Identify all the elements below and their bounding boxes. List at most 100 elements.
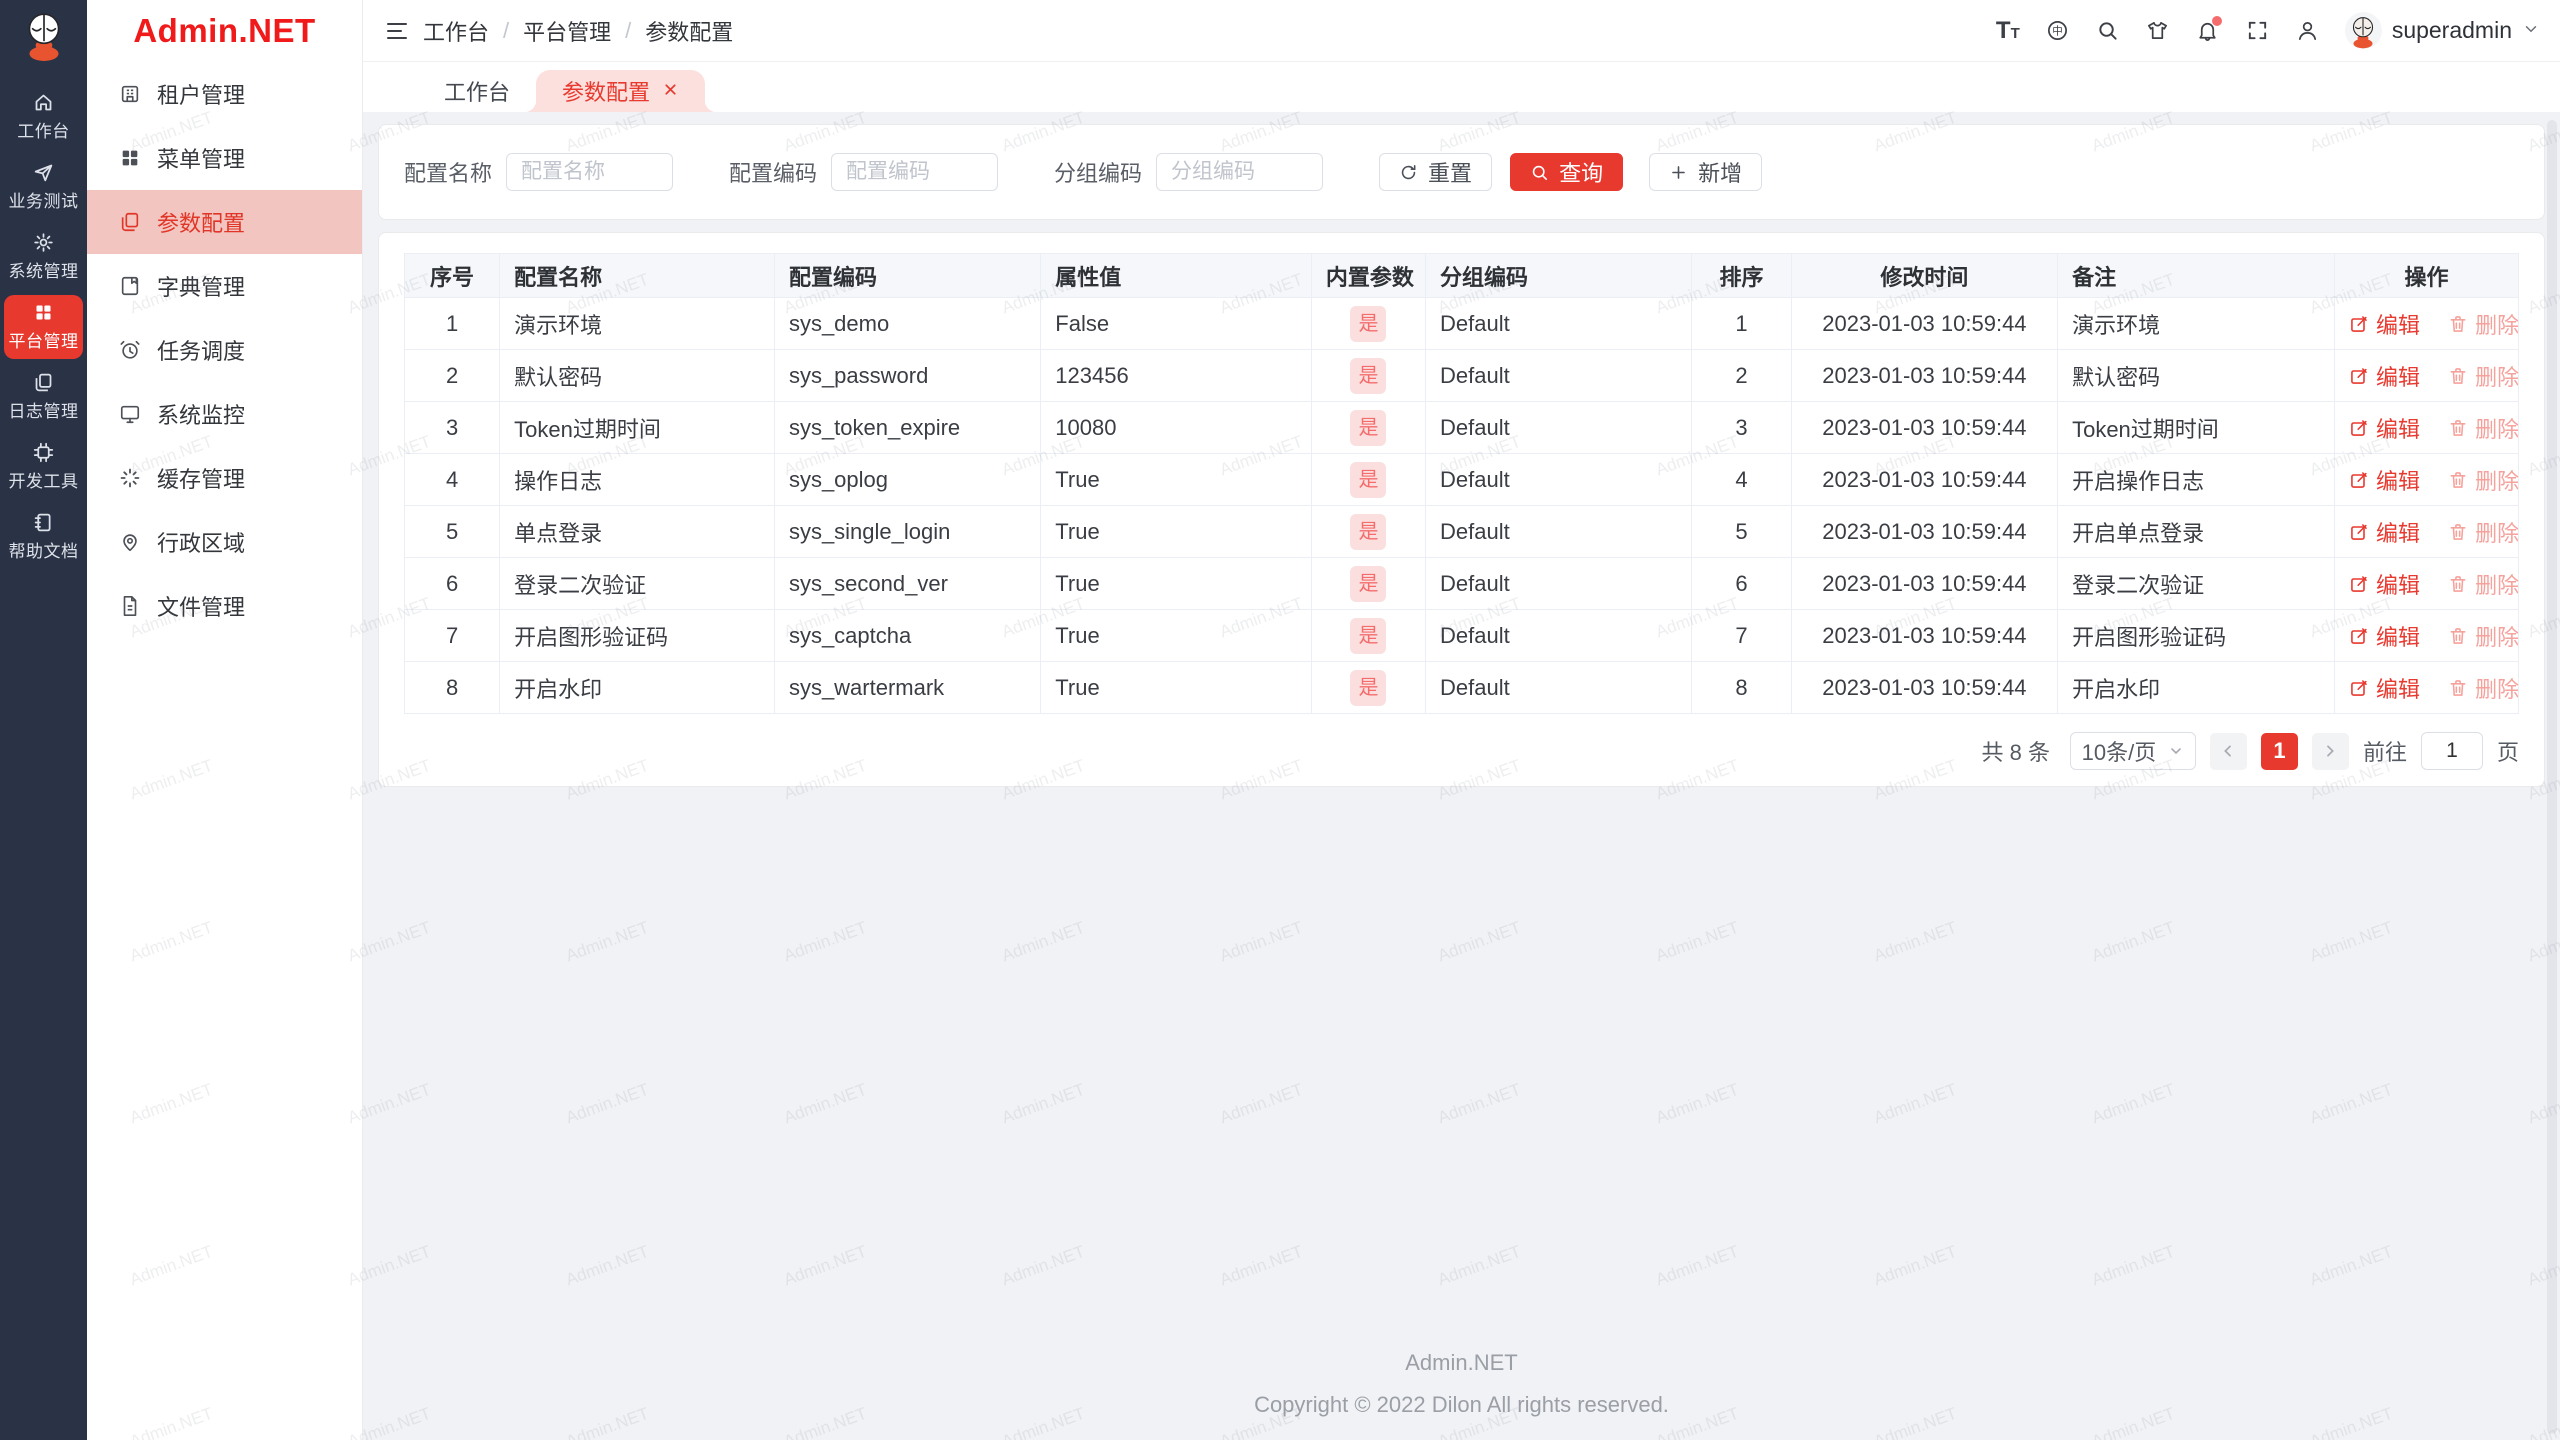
- menu-item-task-schedule[interactable]: 任务调度: [87, 318, 362, 382]
- profile-button[interactable]: [2287, 10, 2329, 52]
- tab-param-config[interactable]: 参数配置: [524, 70, 718, 112]
- hamburger-icon: [387, 22, 407, 39]
- edit-button[interactable]: 编辑: [2349, 672, 2420, 704]
- add-button[interactable]: 新增: [1649, 153, 1763, 191]
- app-logo-mascot[interactable]: [19, 10, 69, 68]
- rail-item-log-mgmt[interactable]: 日志管理: [4, 365, 83, 429]
- menu-item-param-config[interactable]: 参数配置: [87, 190, 362, 254]
- cell-config-code: sys_second_ver: [773, 557, 1042, 610]
- rail-item-business-test[interactable]: 业务测试: [4, 155, 83, 219]
- delete-button[interactable]: 删除: [2448, 308, 2518, 340]
- close-icon[interactable]: [662, 78, 679, 104]
- delete-button[interactable]: 删除: [2448, 568, 2518, 600]
- search-submit-button[interactable]: 查询: [1510, 153, 1624, 191]
- prev-page-button[interactable]: [2209, 732, 2247, 770]
- config-name-input[interactable]: [506, 153, 674, 191]
- rail-item-system-mgmt[interactable]: 系统管理: [4, 225, 83, 289]
- cell-actions: 编辑 删除: [2334, 661, 2519, 714]
- alarm-clock-icon: [120, 340, 140, 359]
- cache-burst-icon: [120, 468, 140, 488]
- copy-docs-icon: [35, 373, 52, 392]
- edit-button[interactable]: 编辑: [2349, 412, 2420, 444]
- menu-item-label: 系统监控: [157, 403, 246, 428]
- col-header-actions: 操作: [2334, 253, 2519, 298]
- menu-item-admin-region[interactable]: 行政区域: [87, 510, 362, 574]
- theme-button[interactable]: [2137, 10, 2179, 52]
- trash-icon: [2450, 679, 2466, 696]
- cell-sort: 2: [1691, 349, 1792, 402]
- edit-button[interactable]: 编辑: [2349, 516, 2420, 548]
- cell-group-code: Default: [1425, 349, 1693, 402]
- app-logo-text[interactable]: Admin.NET: [87, 0, 362, 62]
- menu-item-system-monitor[interactable]: 系统监控: [87, 382, 362, 446]
- edit-button[interactable]: 编辑: [2349, 308, 2420, 340]
- cell-index: 6: [403, 557, 501, 610]
- search-icon: [1532, 165, 1548, 180]
- breadcrumb-separator: /: [625, 17, 632, 43]
- goto-page-input[interactable]: [2420, 732, 2483, 770]
- delete-button[interactable]: 删除: [2448, 620, 2518, 652]
- search-button[interactable]: [2087, 10, 2129, 52]
- edit-button[interactable]: 编辑: [2349, 620, 2420, 652]
- menu-item-file-mgmt[interactable]: 文件管理: [87, 574, 362, 638]
- tab-bar: 工作台 参数配置: [363, 62, 2560, 112]
- delete-button[interactable]: 删除: [2448, 412, 2518, 444]
- rail-item-dev-tools[interactable]: 开发工具: [4, 435, 83, 499]
- copy-docs-icon: [121, 212, 139, 232]
- breadcrumb-item-platform[interactable]: 平台管理: [523, 15, 611, 47]
- rail-item-help-docs[interactable]: 帮助文档: [4, 505, 83, 569]
- edit-button[interactable]: 编辑: [2349, 568, 2420, 600]
- cell-index: 4: [403, 453, 501, 506]
- cell-sort: 1: [1691, 297, 1792, 350]
- delete-button[interactable]: 删除: [2448, 516, 2518, 548]
- cell-modified-time: 2023-01-03 10:59:44: [1790, 297, 2059, 350]
- delete-button[interactable]: 删除: [2448, 672, 2518, 704]
- reset-button[interactable]: 重置: [1379, 153, 1493, 191]
- book-icon: [121, 276, 139, 296]
- cell-remark: 开启图形验证码: [2057, 609, 2335, 662]
- rail-item-workbench[interactable]: 工作台: [4, 85, 83, 149]
- notifications-button[interactable]: [2187, 10, 2229, 52]
- next-page-button[interactable]: [2311, 732, 2349, 770]
- table-row: 3 Token过期时间 sys_token_expire 10080 是 Def…: [403, 401, 2519, 454]
- menu-item-tenant-mgmt[interactable]: 租户管理: [87, 62, 362, 126]
- cell-modified-time: 2023-01-03 10:59:44: [1790, 401, 2059, 454]
- cell-modified-time: 2023-01-03 10:59:44: [1790, 453, 2059, 506]
- page-size-select[interactable]: 10条/页: [2069, 732, 2196, 770]
- col-header-group: 分组编码: [1425, 253, 1693, 298]
- cell-modified-time: 2023-01-03 10:59:44: [1790, 557, 2059, 610]
- trash-icon: [2450, 315, 2466, 332]
- language-button[interactable]: 中: [2037, 10, 2079, 52]
- trash-icon: [2450, 523, 2466, 540]
- page-number-current[interactable]: 1: [2260, 732, 2298, 770]
- delete-button[interactable]: 删除: [2448, 360, 2518, 392]
- group-code-input[interactable]: [1156, 153, 1324, 191]
- cell-sort: 7: [1691, 609, 1792, 662]
- user-icon: [2299, 21, 2317, 40]
- delete-button[interactable]: 删除: [2448, 464, 2518, 496]
- cell-index: 5: [403, 505, 501, 558]
- fullscreen-button[interactable]: [2237, 10, 2279, 52]
- edit-button[interactable]: 编辑: [2349, 464, 2420, 496]
- table-row: 6 登录二次验证 sys_second_ver True 是 Default 6…: [403, 557, 2519, 610]
- trash-icon: [2450, 471, 2466, 488]
- menu-item-cache-mgmt[interactable]: 缓存管理: [87, 446, 362, 510]
- cell-remark: Token过期时间: [2057, 401, 2335, 454]
- cell-actions: 编辑 删除: [2334, 401, 2519, 454]
- cell-value: True: [1040, 609, 1312, 662]
- font-size-button[interactable]: TT: [1987, 10, 2029, 52]
- edit-button[interactable]: 编辑: [2349, 360, 2420, 392]
- builtin-badge: 是: [1350, 461, 1387, 498]
- edit-icon: [2351, 471, 2367, 488]
- cell-sort: 6: [1691, 557, 1792, 610]
- breadcrumb-item-workbench[interactable]: 工作台: [423, 15, 489, 47]
- menu-item-menu-mgmt[interactable]: 菜单管理: [87, 126, 362, 190]
- tab-workbench[interactable]: 工作台: [418, 70, 536, 112]
- vertical-scrollbar[interactable]: [2547, 120, 2557, 1434]
- config-code-input[interactable]: [831, 153, 999, 191]
- rail-item-platform-mgmt[interactable]: 平台管理: [4, 295, 83, 359]
- user-menu[interactable]: superadmin: [2344, 12, 2540, 49]
- collapse-sidebar-button[interactable]: [377, 11, 417, 51]
- menu-item-dict-mgmt[interactable]: 字典管理: [87, 254, 362, 318]
- breadcrumb-item-param-config[interactable]: 参数配置: [645, 15, 733, 47]
